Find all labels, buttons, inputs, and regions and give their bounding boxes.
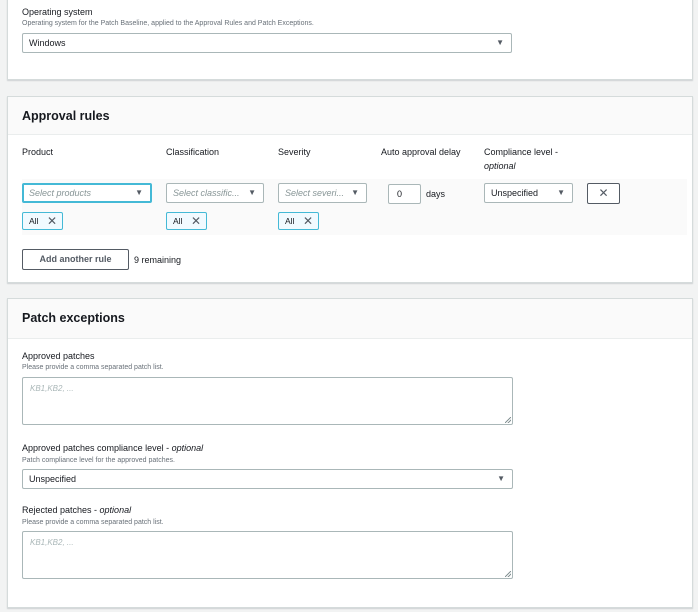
compliance-level-value: Unspecified bbox=[491, 188, 539, 198]
chevron-down-icon: ▼ bbox=[248, 188, 256, 197]
approved-compliance-description: Patch compliance level for the approved … bbox=[22, 457, 175, 464]
col-product: Product bbox=[22, 147, 54, 157]
operating-system-panel: Operating system Operating system for th… bbox=[7, 0, 693, 80]
delay-unit-label: days bbox=[426, 189, 446, 199]
rejected-patches-description: Please provide a comma separated patch l… bbox=[22, 519, 164, 526]
severity-token-all: All ✕ bbox=[278, 212, 319, 230]
severity-select-placeholder: Select severi... bbox=[285, 188, 345, 198]
approved-compliance-label: Approved patches compliance level - opti… bbox=[22, 443, 203, 453]
col-classification: Classification bbox=[166, 147, 220, 157]
approval-rules-panel: Approval rules Product Classification Se… bbox=[7, 96, 693, 283]
chevron-down-icon: ▼ bbox=[351, 188, 359, 197]
approval-rules-title: Approval rules bbox=[22, 109, 110, 123]
resize-handle-icon[interactable] bbox=[505, 417, 511, 423]
approved-compliance-value: Unspecified bbox=[29, 474, 77, 484]
approved-patches-placeholder: KB1,KB2, ... bbox=[30, 384, 74, 393]
severity-select[interactable]: Select severi... ▼ bbox=[278, 183, 367, 203]
chevron-down-icon: ▼ bbox=[557, 188, 565, 197]
approved-compliance-label-text: Approved patches compliance level - bbox=[22, 443, 172, 453]
rejected-patches-optional: optional bbox=[99, 505, 132, 515]
product-select[interactable]: Select products ▼ bbox=[22, 183, 152, 203]
classification-token-label: All bbox=[173, 216, 183, 226]
auto-approval-delay-input[interactable]: 0 bbox=[388, 184, 421, 204]
remaining-count: 9 remaining bbox=[134, 255, 182, 265]
compliance-level-select[interactable]: Unspecified ▼ bbox=[484, 183, 573, 203]
rejected-patches-label-text: Rejected patches - bbox=[22, 505, 100, 515]
close-icon[interactable]: ✕ bbox=[191, 213, 201, 229]
resize-handle-icon[interactable] bbox=[505, 571, 511, 577]
os-description: Operating system for the Patch Baseline,… bbox=[22, 20, 314, 27]
patch-exceptions-header: Patch exceptions bbox=[8, 299, 692, 339]
approved-compliance-optional: optional bbox=[171, 443, 204, 453]
severity-token-label: All bbox=[285, 216, 295, 226]
approved-patches-textarea[interactable]: KB1,KB2, ... bbox=[22, 377, 513, 425]
col-severity: Severity bbox=[278, 147, 311, 157]
rejected-patches-placeholder: KB1,KB2, ... bbox=[30, 538, 74, 547]
remove-rule-button[interactable]: ✕ bbox=[587, 183, 620, 204]
col-compliance-optional: optional bbox=[484, 161, 516, 171]
chevron-down-icon: ▼ bbox=[135, 188, 143, 197]
patch-exceptions-title: Patch exceptions bbox=[22, 311, 125, 325]
approved-patches-description: Please provide a comma separated patch l… bbox=[22, 364, 164, 371]
approval-rules-header: Approval rules bbox=[8, 97, 692, 135]
product-token-label: All bbox=[29, 216, 39, 226]
close-icon[interactable]: ✕ bbox=[303, 213, 313, 229]
col-auto-approval-delay: Auto approval delay bbox=[381, 147, 461, 157]
close-icon: ✕ bbox=[598, 186, 609, 200]
classification-select[interactable]: Select classific... ▼ bbox=[166, 183, 264, 203]
rejected-patches-textarea[interactable]: KB1,KB2, ... bbox=[22, 531, 513, 579]
approved-patches-label: Approved patches bbox=[22, 351, 95, 361]
close-icon[interactable]: ✕ bbox=[47, 213, 57, 229]
os-select-value: Windows bbox=[29, 38, 66, 48]
col-compliance-level: Compliance level - bbox=[484, 147, 559, 157]
chevron-down-icon: ▼ bbox=[496, 38, 504, 47]
os-label: Operating system bbox=[22, 7, 93, 17]
os-select[interactable]: Windows ▼ bbox=[22, 33, 512, 53]
classification-select-placeholder: Select classific... bbox=[173, 188, 240, 198]
product-token-all: All ✕ bbox=[22, 212, 63, 230]
chevron-down-icon: ▼ bbox=[497, 474, 505, 483]
add-another-rule-button[interactable]: Add another rule bbox=[22, 249, 129, 270]
product-select-placeholder: Select products bbox=[29, 188, 92, 198]
approved-compliance-select[interactable]: Unspecified ▼ bbox=[22, 469, 513, 489]
patch-exceptions-panel: Patch exceptions Approved patches Please… bbox=[7, 298, 693, 608]
rejected-patches-label: Rejected patches - optional bbox=[22, 505, 131, 515]
classification-token-all: All ✕ bbox=[166, 212, 207, 230]
